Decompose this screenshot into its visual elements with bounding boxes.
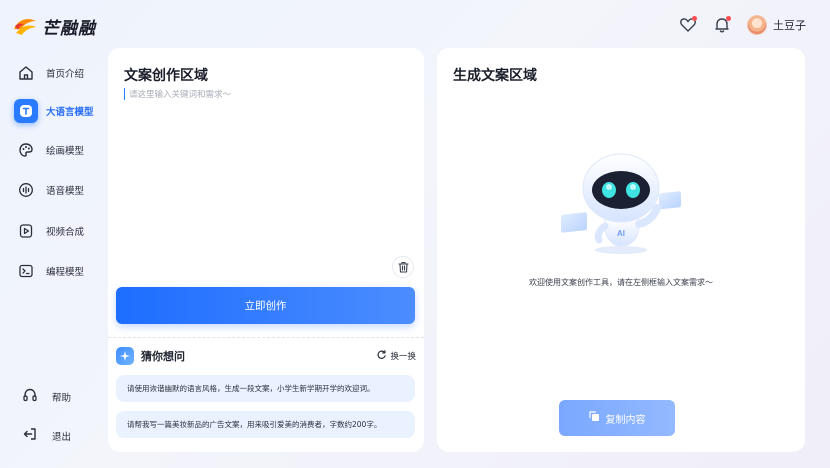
notification-bell-icon[interactable] (713, 16, 731, 34)
refresh-label: 换一换 (390, 352, 416, 362)
panel-title: 生成文案区域 (453, 68, 537, 84)
app-name: 芒融融 (42, 19, 96, 39)
sidebar-item-label: 绘画模型 (46, 146, 85, 157)
create-button[interactable]: 立即创作 (116, 287, 415, 324)
sidebar-item-painting[interactable]: 绘画模型 (14, 137, 100, 163)
robot-badge: AI (617, 229, 625, 238)
refresh-icon (377, 350, 387, 362)
header-actions: 土豆子 (679, 15, 806, 35)
suggestion-item[interactable]: 请使用诙谐幽默的语言风格，生成一段文案，小学生新学期开学的欢迎词。 (116, 375, 415, 402)
copy-content-button[interactable]: 复制内容 (559, 400, 675, 436)
sidebar-item-voice[interactable]: 语音模型 (14, 177, 100, 203)
favorites-heart-icon[interactable] (679, 16, 697, 34)
clear-input-button[interactable] (392, 256, 414, 278)
sidebar-item-video[interactable]: 视频合成 (14, 218, 100, 244)
user-name: 土豆子 (773, 19, 806, 32)
sidebar-item-home[interactable]: 首页介绍 (14, 60, 100, 86)
help-label: 帮助 (52, 393, 72, 404)
headset-icon (22, 387, 38, 407)
user-menu[interactable]: 土豆子 (747, 15, 806, 35)
output-panel: 生成文案区域 AI 欢迎使用文案创作工具，请在左侧框输入文案需求～ 复制内容 (437, 48, 805, 452)
home-icon (14, 61, 38, 85)
trash-icon (397, 258, 409, 277)
avatar (747, 15, 767, 35)
copy-label: 复制内容 (605, 414, 646, 426)
copy-icon (588, 411, 600, 425)
prompt-input[interactable] (124, 88, 408, 100)
sidebar-item-label: 视频合成 (46, 227, 85, 238)
sidebar-item-label: 大语言模型 (46, 107, 94, 118)
terminal-icon (14, 259, 38, 283)
logout-icon (22, 426, 38, 446)
palette-icon (14, 138, 38, 162)
logout-label: 退出 (52, 432, 72, 443)
logout-button[interactable]: 退出 (22, 426, 71, 446)
logo-icon (12, 15, 38, 39)
panel-title: 文案创作区域 (124, 68, 208, 84)
llm-icon (14, 99, 38, 123)
app-logo[interactable]: 芒融融 (12, 14, 96, 39)
notification-dot (726, 16, 731, 21)
suggestions-title: 猜你想问 (141, 350, 185, 363)
suggestion-item[interactable]: 请帮我写一篇美妆新品的广告文案，用来吸引爱美的消费者，字数约200字。 (116, 411, 415, 438)
sidebar-item-coding[interactable]: 编程模型 (14, 258, 100, 284)
help-button[interactable]: 帮助 (22, 387, 71, 407)
refresh-suggestions-button[interactable]: 换一换 (377, 350, 416, 362)
welcome-message: 欢迎使用文案创作工具，请在左侧框输入文案需求～ (529, 278, 713, 287)
video-icon (14, 219, 38, 243)
sparkle-chat-icon (116, 347, 134, 365)
notification-dot (692, 16, 697, 21)
audio-wave-icon (14, 178, 38, 202)
copywriting-panel: 文案创作区域 立即创作 猜你想问 换一换 请使用诙谐幽默的语言风格，生成一段文案… (108, 48, 424, 452)
suggestions-header: 猜你想问 换一换 (116, 346, 416, 366)
divider (108, 337, 424, 338)
sidebar-item-label: 首页介绍 (46, 69, 85, 80)
sidebar-item-llm[interactable]: 大语言模型 (14, 98, 100, 124)
sidebar-item-label: 编程模型 (46, 267, 85, 278)
robot-illustration: AI (559, 144, 683, 254)
sidebar-item-label: 语音模型 (46, 186, 85, 197)
